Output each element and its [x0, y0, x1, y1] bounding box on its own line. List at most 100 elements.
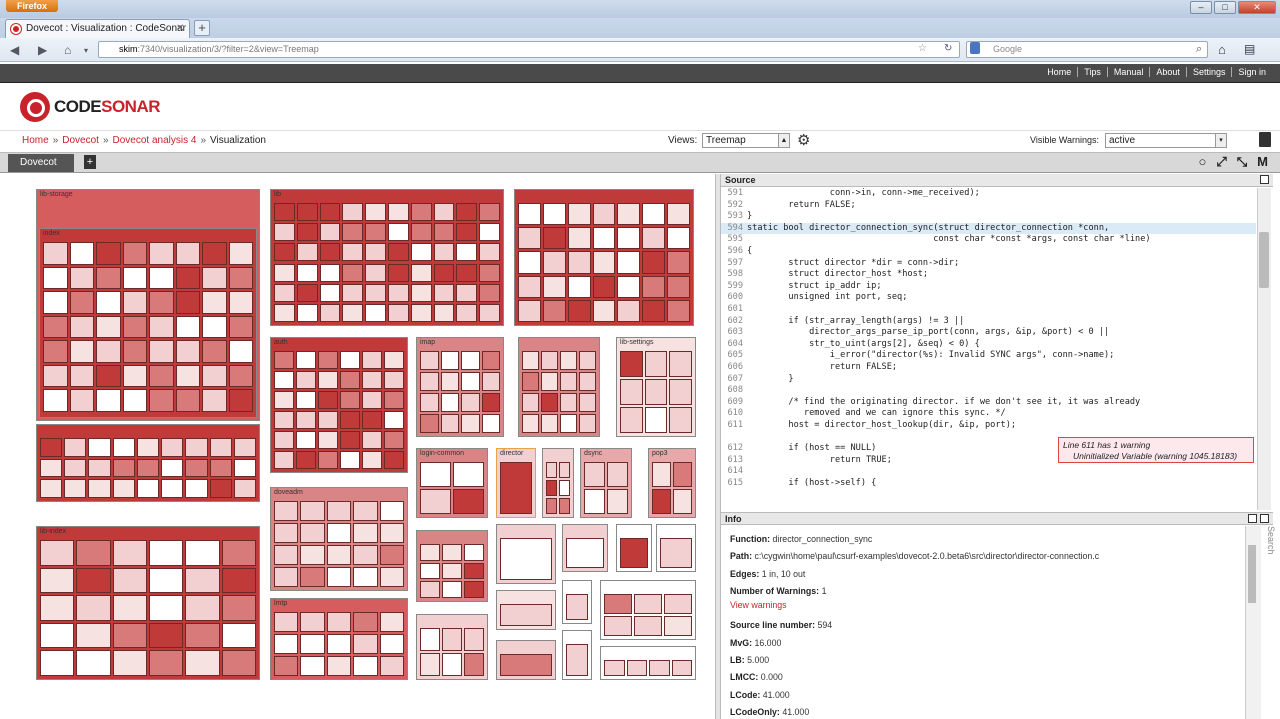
treemap-cell[interactable] [559, 480, 570, 496]
treemap-cell[interactable] [365, 263, 386, 282]
treemap-cell[interactable] [453, 489, 484, 514]
treemap-cell[interactable] [274, 431, 294, 449]
nav-link-about[interactable]: About [1149, 67, 1186, 77]
treemap-cell[interactable] [300, 656, 325, 676]
treemap-cell[interactable] [296, 391, 316, 409]
treemap-cell[interactable] [340, 411, 360, 429]
treemap-cell[interactable] [122, 315, 147, 339]
treemap-cell[interactable] [560, 393, 577, 412]
treemap-cell[interactable] [579, 351, 596, 370]
treemap-cell[interactable] [440, 414, 459, 433]
treemap-cell[interactable] [362, 451, 382, 469]
treemap-cell[interactable] [433, 203, 455, 222]
treemap-module[interactable] [542, 448, 574, 518]
treemap-cell[interactable] [420, 393, 439, 412]
treemap-cell[interactable] [318, 451, 338, 469]
treemap-cell[interactable] [76, 622, 111, 649]
treemap-cell[interactable] [69, 291, 94, 314]
treemap-cell[interactable] [644, 351, 668, 377]
treemap-cell[interactable] [617, 251, 641, 274]
treemap-cell[interactable] [592, 203, 616, 226]
source-line[interactable]: 611 host = director_host_lookup(dir, &ip… [721, 420, 1256, 432]
treemap-cell[interactable] [410, 243, 432, 262]
treemap-cell[interactable] [233, 438, 256, 457]
firefox-menu-button[interactable]: Firefox [6, 0, 58, 12]
bookmarks-icon[interactable]: ▤ [1244, 42, 1255, 56]
treemap-cell[interactable] [667, 251, 690, 274]
search-icon[interactable]: ⌕ [1196, 43, 1202, 56]
treemap-cell[interactable] [440, 393, 459, 412]
treemap-cell[interactable] [620, 538, 648, 568]
treemap-cell[interactable] [185, 595, 220, 621]
source-line[interactable]: 606 return FALSE; [721, 362, 1256, 374]
treemap-cell[interactable] [88, 479, 111, 498]
treemap-cell[interactable] [353, 656, 378, 676]
treemap-cell[interactable] [96, 266, 121, 290]
treemap-cell[interactable] [296, 203, 318, 222]
treemap-cell[interactable] [136, 458, 160, 478]
source-line[interactable]: 605 i_error("director(%s): Invalid SYNC … [721, 350, 1256, 362]
treemap-cell[interactable] [274, 567, 299, 587]
treemap-cell[interactable] [353, 612, 378, 632]
treemap-cell[interactable] [326, 567, 352, 587]
treemap-cell[interactable] [326, 634, 352, 654]
treemap-cell[interactable] [353, 523, 378, 543]
treemap-cell[interactable] [274, 411, 294, 429]
treemap-cell[interactable] [185, 438, 208, 457]
treemap-cell[interactable] [342, 283, 364, 302]
treemap-cell[interactable] [319, 243, 341, 262]
treemap-cell[interactable] [149, 389, 174, 412]
home-icon[interactable]: ⌂ [1218, 42, 1226, 57]
url-bar[interactable]: skim:7340/visualization/3/?filter=2&view… [98, 41, 960, 58]
treemap-cell[interactable] [388, 303, 409, 322]
treemap-cell[interactable] [175, 291, 200, 314]
treemap-cell[interactable] [296, 451, 316, 469]
treemap-cell[interactable] [43, 340, 68, 363]
treemap-cell[interactable] [40, 540, 75, 566]
treemap-cell[interactable] [379, 545, 404, 565]
treemap-cell[interactable] [362, 391, 382, 409]
treemap-module[interactable] [616, 524, 652, 572]
treemap-cell[interactable] [296, 223, 318, 242]
treemap-cell[interactable] [233, 458, 256, 478]
treemap-cell[interactable] [185, 622, 220, 649]
source-line[interactable]: 610 removed and we can ignore this sync.… [721, 408, 1256, 420]
treemap-cell[interactable] [221, 650, 256, 676]
treemap-cell[interactable] [296, 283, 318, 302]
treemap-cell[interactable] [559, 462, 570, 478]
treemap-cell[interactable] [620, 407, 643, 433]
treemap-cell[interactable] [388, 203, 409, 222]
treemap-cell[interactable] [649, 660, 670, 676]
treemap-cell[interactable] [326, 656, 352, 676]
treemap-cell[interactable] [667, 227, 690, 250]
treemap-cell[interactable] [326, 545, 352, 565]
treemap-cell[interactable] [464, 544, 484, 561]
treemap-cell[interactable] [342, 303, 364, 322]
treemap-cell[interactable] [518, 275, 541, 298]
treemap-cell[interactable] [584, 462, 605, 487]
maximize-button[interactable]: □ [1214, 1, 1236, 14]
treemap-cell[interactable] [136, 479, 160, 498]
treemap-cell[interactable] [69, 364, 94, 388]
treemap-cell[interactable] [112, 622, 147, 649]
treemap-cell[interactable] [296, 351, 316, 369]
treemap-cell[interactable] [112, 458, 135, 478]
treemap-cell[interactable] [300, 545, 325, 565]
treemap-cell[interactable] [228, 266, 253, 290]
treemap-cell[interactable] [112, 540, 147, 566]
treemap-cell[interactable] [112, 567, 147, 594]
treemap-cell[interactable] [518, 227, 541, 250]
treemap-cell[interactable] [566, 538, 604, 568]
treemap-cell[interactable] [96, 389, 121, 412]
treemap-cell[interactable] [669, 351, 692, 377]
source-line[interactable]: 609 /* find the originating director. if… [721, 397, 1256, 409]
treemap-cell[interactable] [479, 263, 500, 282]
treemap-cell[interactable] [481, 351, 500, 370]
treemap-cell[interactable] [221, 622, 256, 649]
treemap-cell[interactable] [221, 595, 256, 621]
add-tab-button[interactable]: + [84, 155, 96, 169]
codesonar-logo[interactable]: CODESONAR [20, 92, 161, 122]
treemap-cell[interactable] [318, 371, 338, 389]
treemap-cell[interactable] [579, 372, 596, 391]
source-line[interactable]: 614 [721, 466, 1256, 478]
